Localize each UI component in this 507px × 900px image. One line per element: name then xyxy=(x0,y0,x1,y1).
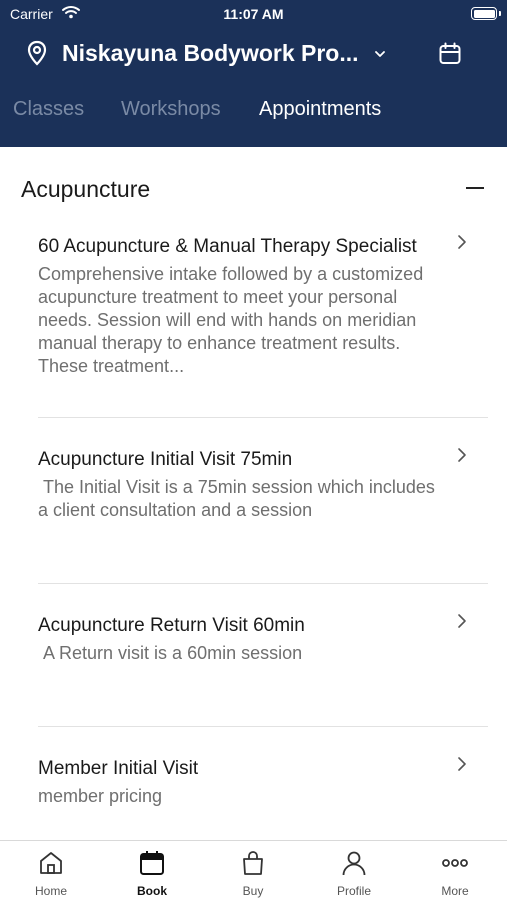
location-selector[interactable]: Niskayuna Bodywork Pro... xyxy=(0,34,507,74)
tab-bar-label: Buy xyxy=(242,884,264,898)
chevron-right-icon[interactable] xyxy=(456,613,468,634)
divider xyxy=(38,726,488,727)
list-item[interactable]: Member Initial Visit member pricing xyxy=(38,757,488,808)
location-pin-icon xyxy=(26,40,48,71)
status-bar: Carrier 11:07 AM xyxy=(0,0,507,30)
tab-bar-label: More xyxy=(441,884,469,898)
status-time: 11:07 AM xyxy=(223,6,284,22)
tab-bar-home[interactable]: Home xyxy=(16,841,86,900)
tab-bar-label: Book xyxy=(137,884,167,898)
tab-bar-buy[interactable]: Buy xyxy=(218,841,288,900)
divider xyxy=(38,583,488,584)
tab-bar-more[interactable]: More xyxy=(420,841,490,900)
minus-icon[interactable] xyxy=(466,187,484,189)
more-dots-icon xyxy=(441,849,469,877)
divider xyxy=(38,417,488,418)
item-title: 60 Acupuncture & Manual Therapy Speciali… xyxy=(38,236,417,257)
tab-bar-book[interactable]: Book xyxy=(117,841,187,900)
chevron-right-icon[interactable] xyxy=(456,447,468,468)
item-description: Comprehensive intake followed by a custo… xyxy=(38,264,429,376)
shopping-bag-icon xyxy=(239,849,267,877)
tab-appointments[interactable]: Appointments xyxy=(259,98,381,121)
chevron-right-icon[interactable] xyxy=(456,234,468,255)
battery-tip xyxy=(499,11,501,16)
bottom-tab-bar: Home Book Buy Profile More xyxy=(0,840,507,900)
item-description: member pricing xyxy=(38,786,163,806)
tab-classes[interactable]: Classes xyxy=(13,98,84,121)
list-item[interactable]: Acupuncture Initial Visit 75min The Init… xyxy=(38,448,488,522)
location-title: Niskayuna Bodywork Pro... xyxy=(62,40,359,66)
list-item[interactable]: 60 Acupuncture & Manual Therapy Speciali… xyxy=(38,235,488,378)
calendar-icon xyxy=(138,849,166,877)
tab-bar-profile[interactable]: Profile xyxy=(319,841,389,900)
person-icon xyxy=(340,849,368,877)
tab-bar-label: Profile xyxy=(336,884,371,898)
header: Carrier 11:07 AM Niskayuna Bodywork Pro.… xyxy=(0,0,507,147)
item-title: Acupuncture Initial Visit 75min xyxy=(38,449,293,470)
app-screen: Carrier 11:07 AM Niskayuna Bodywork Pro.… xyxy=(0,0,507,900)
item-title: Member Initial Visit xyxy=(38,758,199,779)
chevron-right-icon[interactable] xyxy=(456,756,468,777)
tab-bar-label: Home xyxy=(34,884,67,898)
tab-workshops[interactable]: Workshops xyxy=(121,98,221,121)
category-tabs: Classes Workshops Appointments xyxy=(0,98,507,130)
battery-icon xyxy=(471,7,497,20)
item-description: The Initial Visit is a 75min session whi… xyxy=(38,477,440,520)
home-icon xyxy=(37,849,65,877)
list-item[interactable]: Acupuncture Return Visit 60min A Return … xyxy=(38,614,488,665)
item-description: A Return visit is a 60min session xyxy=(38,643,303,663)
chevron-down-icon[interactable] xyxy=(373,46,387,64)
calendar-icon[interactable] xyxy=(438,42,462,71)
section-title[interactable]: Acupuncture xyxy=(21,176,150,203)
item-title: Acupuncture Return Visit 60min xyxy=(38,615,305,636)
